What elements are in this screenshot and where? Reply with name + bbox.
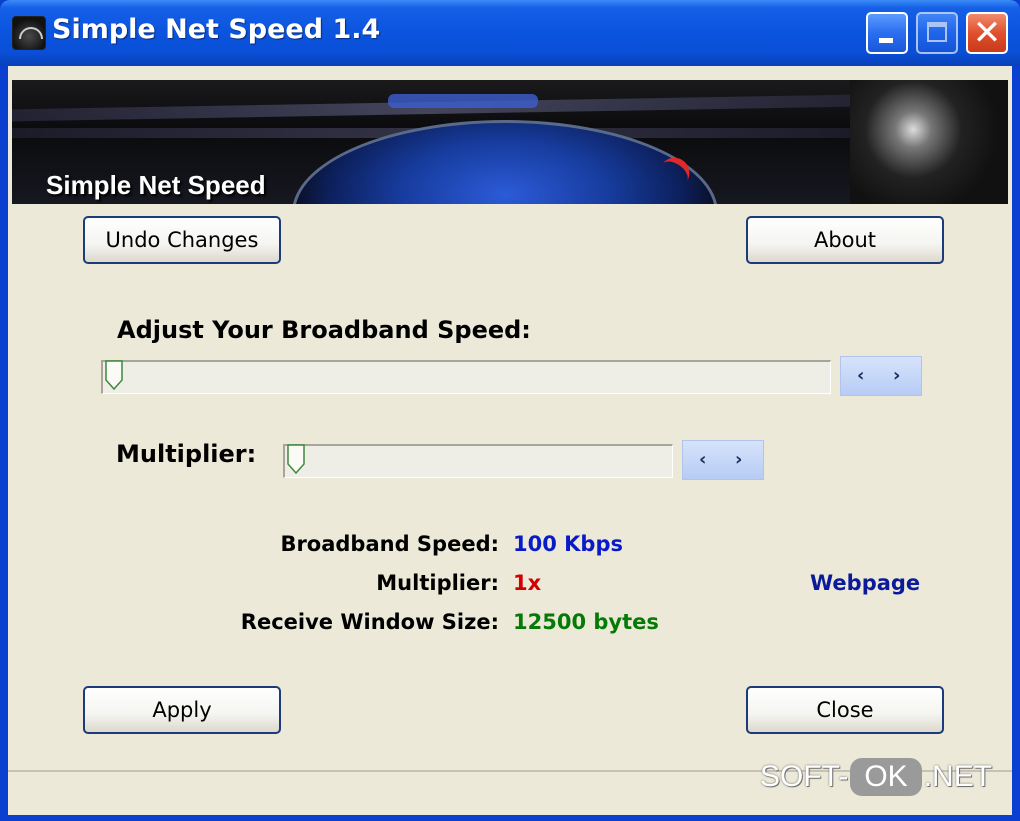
minimize-icon [879, 38, 893, 43]
about-button[interactable]: About [746, 216, 944, 264]
broadband-speed-value: 100 Kbps [513, 532, 623, 556]
maximize-button[interactable] [916, 12, 958, 54]
speedometer-icon [12, 16, 46, 50]
light-streaks-graphic [850, 80, 1008, 204]
broadband-speed-label: Broadband Speed: [280, 532, 499, 556]
close-icon: ✕ [972, 13, 1002, 53]
multiplier-slider[interactable] [283, 444, 673, 478]
speed-slider[interactable] [101, 360, 831, 394]
speed-spinner[interactable]: ‹ › [840, 356, 922, 396]
apply-button[interactable]: Apply [83, 686, 281, 734]
close-window-button[interactable]: ✕ [966, 12, 1008, 54]
multiplier-label: Multiplier: [116, 440, 257, 468]
close-button[interactable]: Close [746, 686, 944, 734]
receive-window-label: Receive Window Size: [240, 610, 499, 634]
chevron-right-icon[interactable]: › [735, 449, 742, 470]
chevron-right-icon[interactable]: › [893, 365, 900, 386]
multiplier-value: 1x [513, 571, 542, 595]
multiplier-slider-thumb[interactable] [287, 444, 305, 474]
minimize-button[interactable] [866, 12, 908, 54]
chevron-left-icon[interactable]: ‹ [857, 365, 864, 386]
multiplier-info-label: Multiplier: [376, 571, 499, 595]
speed-slider-thumb[interactable] [105, 360, 123, 390]
receive-window-value: 12500 bytes [513, 610, 659, 634]
title-bar[interactable]: Simple Net Speed 1.4 ✕ [0, 0, 1020, 66]
speed-label: Adjust Your Broadband Speed: [117, 316, 531, 344]
webpage-link[interactable]: Webpage [810, 571, 920, 595]
multiplier-spinner[interactable]: ‹ › [682, 440, 764, 480]
undo-changes-button[interactable]: Undo Changes [83, 216, 281, 264]
maximize-icon [927, 22, 947, 42]
window-title: Simple Net Speed 1.4 [52, 14, 381, 45]
banner-title: Simple Net Speed [46, 170, 266, 200]
watermark: SOFT- OK .NET [760, 758, 992, 808]
client-area: Simple Net Speed Undo Changes About Adju… [8, 66, 1012, 815]
header-banner: Simple Net Speed [12, 80, 1008, 204]
app-window: Simple Net Speed 1.4 ✕ Simple Net Speed … [0, 0, 1020, 821]
chevron-left-icon[interactable]: ‹ [699, 449, 706, 470]
